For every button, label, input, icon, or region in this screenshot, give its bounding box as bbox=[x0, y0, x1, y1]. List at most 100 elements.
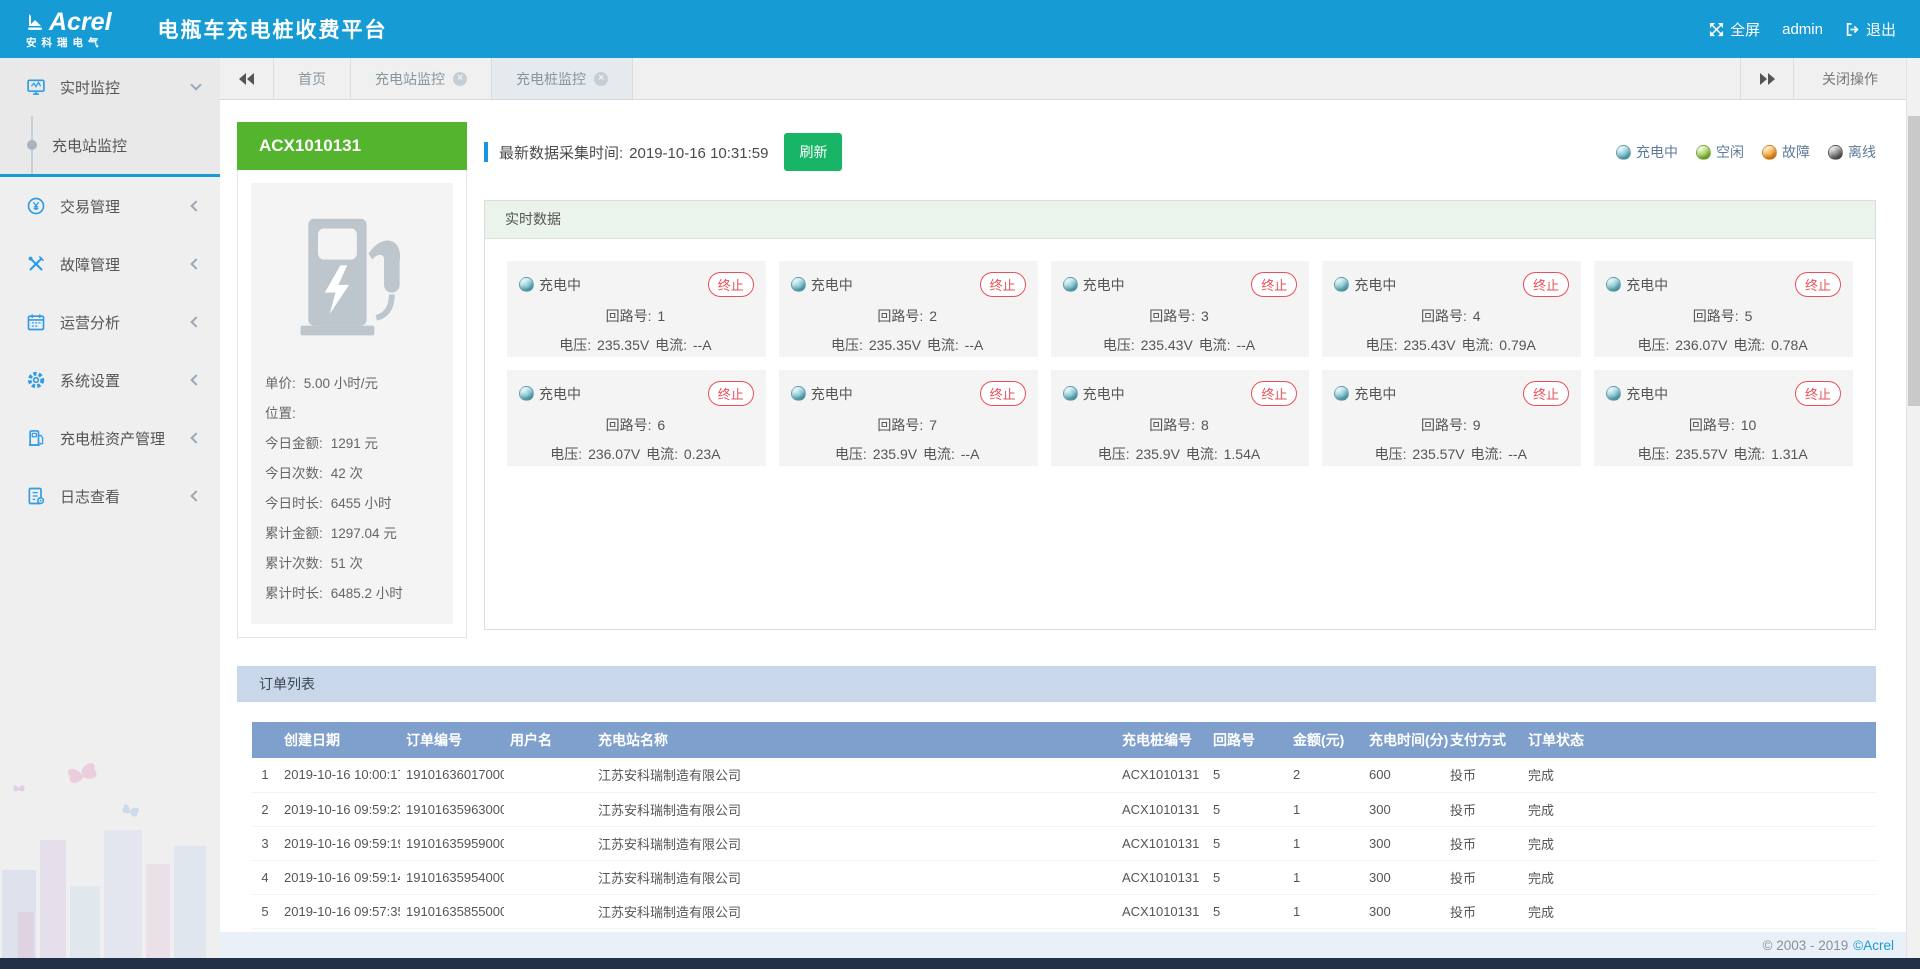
refresh-button[interactable]: 刷新 bbox=[784, 133, 842, 171]
scroll-tabs-left-button[interactable] bbox=[220, 58, 274, 99]
sidebar-item-analytics[interactable]: 运营分析 bbox=[0, 293, 220, 351]
charging-status-icon bbox=[1063, 277, 1078, 292]
logout-button[interactable]: 退出 bbox=[1845, 19, 1896, 40]
sidebar: 实时监控 充电站监控 交易管理 故障管理 bbox=[0, 58, 220, 958]
terminate-button[interactable]: 终止 bbox=[1795, 381, 1841, 406]
legend-offline: 离线 bbox=[1828, 142, 1876, 162]
sidebar-item-transactions[interactable]: 交易管理 bbox=[0, 177, 220, 235]
terminate-button[interactable]: 终止 bbox=[1523, 272, 1569, 297]
tools-icon bbox=[26, 254, 46, 274]
logout-label: 退出 bbox=[1866, 19, 1896, 40]
charging-status-icon bbox=[519, 277, 534, 292]
page-title: 电瓶车充电桩收费平台 bbox=[158, 14, 388, 44]
circuit-card-5: 充电中终止 回路号: 5 电压: 236.07V 电流: 0.78A bbox=[1594, 261, 1853, 357]
fault-status-icon bbox=[1762, 145, 1777, 160]
scroll-tabs-right-button[interactable] bbox=[1740, 58, 1794, 99]
chevron-left-icon bbox=[190, 258, 201, 269]
column-header: 订单状态 bbox=[1522, 722, 1876, 758]
chevron-left-icon bbox=[190, 490, 201, 501]
username[interactable]: admin bbox=[1782, 21, 1823, 38]
sidebar-item-station-monitor[interactable]: 充电站监控 bbox=[0, 116, 220, 174]
idle-status-icon bbox=[1696, 145, 1711, 160]
index-column-header bbox=[252, 722, 278, 758]
logo-subtext: 安科瑞电气 bbox=[26, 38, 112, 49]
close-operations-button[interactable]: 关闭操作 bbox=[1794, 58, 1906, 99]
charging-status-icon bbox=[1334, 386, 1349, 401]
column-header: 充电时间(分) bbox=[1363, 722, 1444, 758]
sidebar-item-settings[interactable]: 系统设置 bbox=[0, 351, 220, 409]
screen: Acrel 安科瑞电气 电瓶车充电桩收费平台 全屏 admin 退出 bbox=[0, 0, 1920, 969]
terminate-button[interactable]: 终止 bbox=[980, 272, 1026, 297]
table-row[interactable]: 5 2019-10-16 09:57:35 1910163585500043 江… bbox=[252, 894, 1876, 928]
station-summary-card: ACX1010131 单价:5.00 小时/元 位置: 今日金额:1291 元 … bbox=[237, 122, 467, 638]
scrollbar-thumb[interactable] bbox=[1908, 116, 1920, 406]
circuit-card-4: 充电中终止 回路号: 4 电压: 235.43V 电流: 0.79A bbox=[1322, 261, 1581, 357]
charging-status-icon bbox=[791, 386, 806, 401]
building-decoration bbox=[70, 886, 100, 958]
tab-label: 充电站监控 bbox=[375, 69, 445, 89]
bottom-bar bbox=[0, 958, 1920, 969]
column-header: 创建日期 bbox=[278, 722, 400, 758]
close-tab-icon[interactable]: × bbox=[594, 72, 608, 86]
tab-bar: 首页 充电站监控 × 充电桩监控 × 关闭操作 bbox=[220, 58, 1906, 100]
sidebar-item-pile-assets[interactable]: 充电桩资产管理 bbox=[0, 409, 220, 467]
tab-home[interactable]: 首页 bbox=[274, 58, 351, 99]
building-decoration bbox=[2, 870, 36, 958]
column-header: 充电站名称 bbox=[592, 722, 1116, 758]
stat-today-count: 今日次数:42 次 bbox=[265, 459, 439, 489]
chevron-left-icon bbox=[190, 374, 201, 385]
main-content: ACX1010131 单价:5.00 小时/元 位置: 今日金额:1291 元 … bbox=[220, 100, 1906, 932]
tab-station-monitor[interactable]: 充电站监控 × bbox=[351, 58, 492, 99]
orders-section-title: 订单列表 bbox=[237, 666, 1876, 702]
sidebar-item-label: 日志查看 bbox=[60, 486, 192, 507]
circuit-card-grid: 充电中终止 回路号: 1 电压: 235.35V 电流: --A 充电中终止 回… bbox=[485, 239, 1875, 488]
charging-pump-icon bbox=[288, 211, 416, 347]
column-header: 用户名 bbox=[504, 722, 592, 758]
sidebar-item-realtime-monitor[interactable]: 实时监控 bbox=[0, 58, 220, 116]
gear-icon bbox=[26, 370, 46, 390]
circuit-card-10: 充电中终止 回路号: 10 电压: 235.57V 电流: 1.31A bbox=[1594, 370, 1853, 466]
fullscreen-label: 全屏 bbox=[1730, 19, 1760, 40]
transaction-icon bbox=[26, 196, 46, 216]
terminate-button[interactable]: 终止 bbox=[708, 381, 754, 406]
sidebar-item-faults[interactable]: 故障管理 bbox=[0, 235, 220, 293]
vertical-scrollbar[interactable] bbox=[1906, 58, 1920, 958]
charging-status-icon bbox=[1606, 386, 1621, 401]
table-row[interactable]: 1 2019-10-16 10:00:17 1910163601700047 江… bbox=[252, 758, 1876, 792]
tab-pile-monitor[interactable]: 充电桩监控 × bbox=[492, 58, 633, 99]
stat-total-duration: 累计时长:6485.2 小时 bbox=[265, 579, 439, 609]
terminate-button[interactable]: 终止 bbox=[708, 272, 754, 297]
terminate-button[interactable]: 终止 bbox=[1795, 272, 1841, 297]
terminate-button[interactable]: 终止 bbox=[1251, 272, 1297, 297]
chevron-left-icon bbox=[190, 432, 201, 443]
circuit-card-3: 充电中终止 回路号: 3 电压: 235.43V 电流: --A bbox=[1051, 261, 1310, 357]
butterfly-icon bbox=[63, 758, 103, 794]
column-header: 充电桩编号 bbox=[1116, 722, 1207, 758]
footer-brand-link[interactable]: ©Acrel bbox=[1853, 938, 1894, 953]
circuit-card-1: 充电中终止 回路号: 1 电压: 235.35V 电流: --A bbox=[507, 261, 766, 357]
table-row[interactable]: 3 2019-10-16 09:59:19 1910163595900045 江… bbox=[252, 826, 1876, 860]
chevron-left-icon bbox=[190, 316, 201, 327]
column-header: 回路号 bbox=[1207, 722, 1287, 758]
terminate-button[interactable]: 终止 bbox=[1251, 381, 1297, 406]
terminate-button[interactable]: 终止 bbox=[1523, 381, 1569, 406]
realtime-data-title: 实时数据 bbox=[485, 201, 1875, 239]
acrel-logo: Acrel 安科瑞电气 bbox=[26, 10, 112, 49]
double-right-arrow-icon bbox=[1759, 73, 1775, 85]
log-icon bbox=[26, 486, 46, 506]
table-row[interactable]: 4 2019-10-16 09:59:14 1910163595400044 江… bbox=[252, 860, 1876, 894]
charging-status-icon bbox=[1063, 386, 1078, 401]
close-tab-icon[interactable]: × bbox=[453, 72, 467, 86]
terminate-button[interactable]: 终止 bbox=[980, 381, 1026, 406]
stat-today-amount: 今日金额:1291 元 bbox=[265, 429, 439, 459]
logout-icon bbox=[1845, 22, 1860, 37]
charging-status-icon bbox=[791, 277, 806, 292]
collect-time: 最新数据采集时间:2019-10-16 10:31:59 bbox=[499, 142, 768, 163]
double-left-arrow-icon bbox=[239, 73, 255, 85]
sidebar-item-label: 实时监控 bbox=[60, 77, 192, 98]
tab-label: 充电桩监控 bbox=[516, 69, 586, 89]
sidebar-item-logs[interactable]: 日志查看 bbox=[0, 467, 220, 525]
sidebar-subitem-label: 充电站监控 bbox=[52, 135, 220, 156]
fullscreen-button[interactable]: 全屏 bbox=[1709, 19, 1760, 40]
table-row[interactable]: 2 2019-10-16 09:59:23 1910163596300046 江… bbox=[252, 792, 1876, 826]
